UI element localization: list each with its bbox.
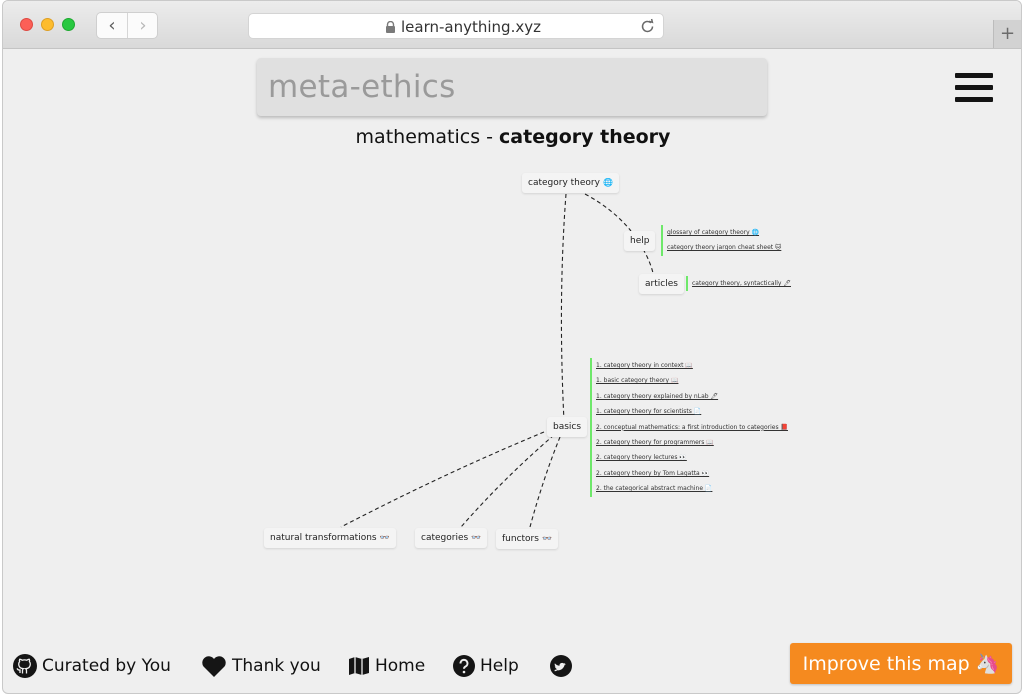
node-label: help xyxy=(630,236,650,246)
node-category-theory[interactable]: category theory 🌐 xyxy=(522,173,619,193)
edge-root-basics xyxy=(560,193,567,422)
twitter-icon xyxy=(550,655,572,677)
basics-links: 1. category theory in context 📖 1. basic… xyxy=(590,358,788,497)
browser-window: ‹ › learn-anything.xyz + meta-ethics mat… xyxy=(2,0,1022,694)
thank-you-label: Thank you xyxy=(232,656,321,676)
edge-root-help xyxy=(584,193,632,232)
forward-button[interactable]: › xyxy=(128,13,158,38)
footer: Curated by You Thank you Home Help Impro… xyxy=(3,643,1021,693)
node-categories[interactable]: categories 👓 xyxy=(415,528,488,548)
improve-map-button[interactable]: Improve this map 🦄 xyxy=(790,643,1012,684)
nav-buttons: ‹ › xyxy=(96,12,158,39)
help-link[interactable]: Help xyxy=(453,651,519,681)
glasses-icon: 👓 xyxy=(541,534,552,543)
browser-titlebar: ‹ › learn-anything.xyz + xyxy=(3,1,1021,49)
resource-link[interactable]: category theory, syntactically 🖊 xyxy=(692,276,791,291)
reload-icon[interactable] xyxy=(639,18,656,35)
node-functors[interactable]: functors 👓 xyxy=(496,529,558,549)
node-label: articles xyxy=(645,279,678,289)
node-label: categories xyxy=(421,533,469,543)
github-icon xyxy=(13,654,37,678)
node-label: category theory xyxy=(528,178,600,188)
node-basics[interactable]: basics xyxy=(547,417,588,437)
close-window-button[interactable] xyxy=(20,18,33,31)
resource-link[interactable]: 1. category theory for scientists 📄 xyxy=(596,404,788,419)
resource-link[interactable]: 2. category theory lectures 👀 xyxy=(596,450,788,465)
glasses-icon: 👓 xyxy=(471,533,482,542)
node-articles[interactable]: articles xyxy=(639,274,684,294)
node-label: natural transformations xyxy=(270,533,377,543)
edge-help-articles xyxy=(642,248,654,274)
article-links: category theory, syntactically 🖊 xyxy=(686,276,791,292)
map-connections xyxy=(340,193,654,528)
resource-link[interactable]: 2. category theory for programmers 📖 xyxy=(596,435,788,450)
resource-link[interactable]: 1. category theory in context 📖 xyxy=(596,358,788,373)
map-icon xyxy=(349,657,369,675)
edge-basics-functors xyxy=(529,436,561,528)
maximize-window-button[interactable] xyxy=(62,18,75,31)
edge-basics-categories xyxy=(460,434,555,528)
resource-link[interactable]: 2. category theory by Tom Lagatta 👀 xyxy=(596,466,788,481)
home-label: Home xyxy=(375,656,426,676)
node-label: basics xyxy=(553,422,582,432)
help-icon xyxy=(453,655,475,677)
glasses-icon: 👓 xyxy=(379,533,390,542)
page-content: meta-ethics mathematics - category theor… xyxy=(3,49,1021,693)
address-bar[interactable]: learn-anything.xyz xyxy=(248,13,664,39)
new-tab-button[interactable]: + xyxy=(993,20,1021,48)
node-natural-transformations[interactable]: natural transformations 👓 xyxy=(264,528,396,548)
help-label: Help xyxy=(480,656,519,676)
curated-link[interactable]: Curated by You xyxy=(13,651,171,681)
mind-map: category theory 🌐 help articles basics na… xyxy=(3,49,1021,693)
help-links: glossary of category theory 🌐 category t… xyxy=(661,225,781,256)
globe-icon: 🌐 xyxy=(602,178,613,187)
resource-link[interactable]: glossary of category theory 🌐 xyxy=(667,225,781,240)
resource-link[interactable]: 1. category theory explained by nLab 🖊 xyxy=(596,389,788,404)
url-text: learn-anything.xyz xyxy=(401,18,541,36)
node-label: functors xyxy=(502,534,539,544)
resource-link[interactable]: 1. basic category theory 📖 xyxy=(596,373,788,388)
node-help[interactable]: help xyxy=(624,231,656,251)
lock-icon xyxy=(386,21,395,33)
back-button[interactable]: ‹ xyxy=(97,13,128,38)
edge-basics-natural xyxy=(340,431,545,528)
thank-you-link[interactable]: Thank you xyxy=(201,651,321,681)
heart-icon xyxy=(202,655,226,677)
twitter-link[interactable] xyxy=(550,651,577,681)
minimize-window-button[interactable] xyxy=(41,18,54,31)
resource-link[interactable]: 2. the categorical abstract machine 📄 xyxy=(596,481,788,496)
home-link[interactable]: Home xyxy=(348,651,425,681)
resource-link[interactable]: 2. conceptual mathematics: a first intro… xyxy=(596,420,788,435)
resource-link[interactable]: category theory jargon cheat sheet 🐱 xyxy=(667,240,781,255)
curated-label: Curated by You xyxy=(42,656,171,676)
